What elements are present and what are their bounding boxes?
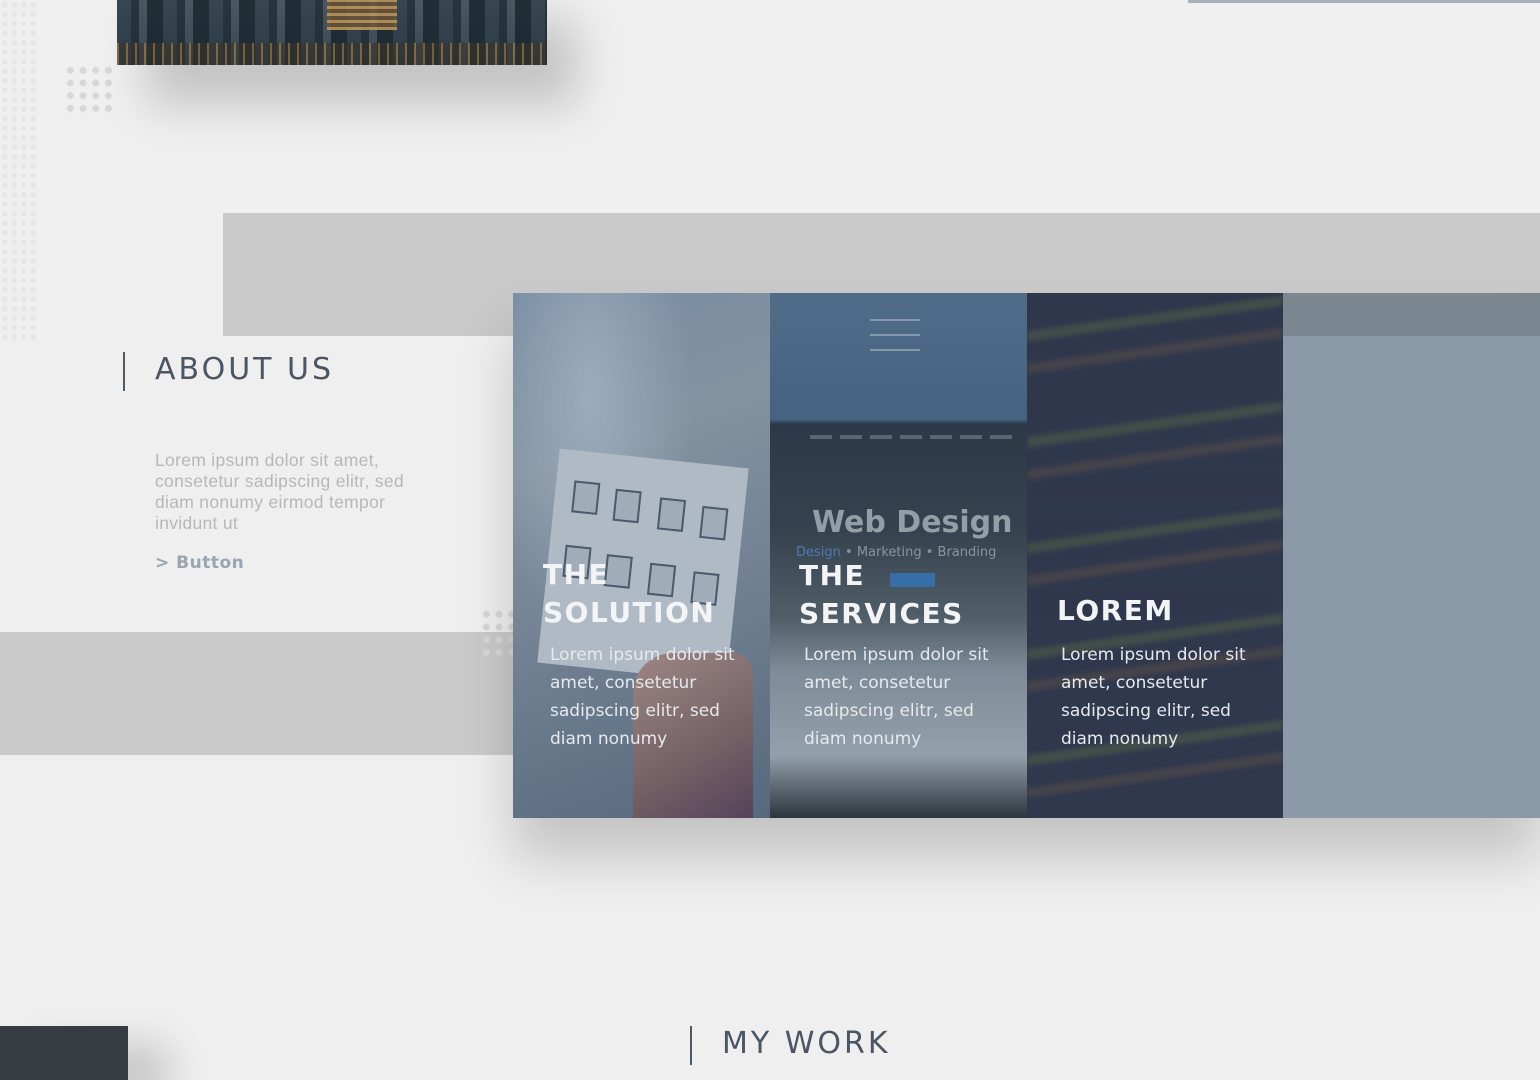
about-text: Lorem ipsum dolor sit amet, consetetur s… bbox=[155, 450, 404, 533]
panel-solution[interactable]: THE SOLUTION Lorem ipsum dolor sit amet,… bbox=[513, 293, 770, 818]
panel-title: THE SERVICES bbox=[799, 559, 964, 630]
panel-title: THE SOLUTION bbox=[543, 558, 716, 629]
about-accent-bar bbox=[123, 352, 125, 391]
panel-empty bbox=[1283, 293, 1540, 818]
about-button[interactable]: > Button bbox=[155, 553, 244, 573]
work-title: MY WORK bbox=[722, 1026, 891, 1061]
panel-text: Lorem ipsum dolor sit amet, consetetur s… bbox=[1061, 645, 1246, 749]
dot-pattern-left bbox=[0, 0, 36, 340]
panel-title: LOREM bbox=[1057, 594, 1174, 627]
dark-block bbox=[0, 1026, 128, 1080]
city-photo bbox=[117, 0, 547, 65]
city-lights-decor bbox=[327, 0, 397, 30]
panel-text: Lorem ipsum dolor sit amet, consetetur s… bbox=[550, 645, 735, 749]
services-panels: THE SOLUTION Lorem ipsum dolor sit amet,… bbox=[513, 293, 1540, 818]
divider-line bbox=[1188, 0, 1540, 3]
background-band-left bbox=[0, 632, 520, 755]
panel-stripe bbox=[1283, 293, 1540, 336]
panel-lorem[interactable]: LOREM Lorem ipsum dolor sit amet, conset… bbox=[1027, 293, 1283, 818]
panel-services[interactable]: Web Design Design • Marketing • Branding… bbox=[770, 293, 1027, 818]
city-street-decor bbox=[117, 43, 547, 65]
about-title: ABOUT US bbox=[155, 352, 335, 387]
dot-pattern-top bbox=[64, 64, 118, 118]
panel-text: Lorem ipsum dolor sit amet, consetetur s… bbox=[804, 645, 989, 749]
work-accent-bar bbox=[690, 1026, 692, 1065]
